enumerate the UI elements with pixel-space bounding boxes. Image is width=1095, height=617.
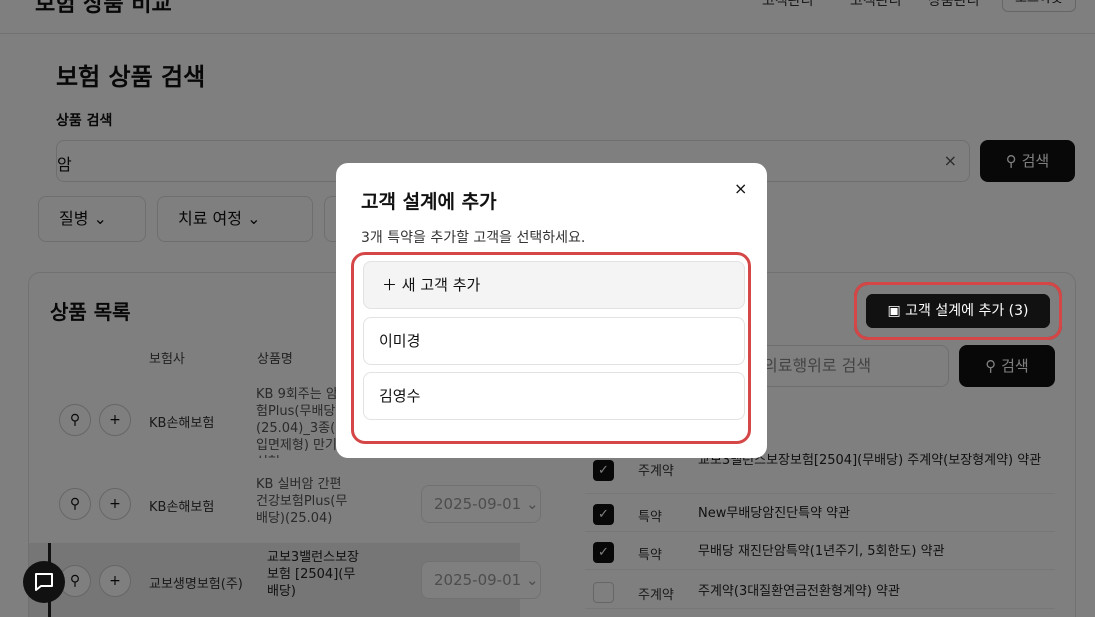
- customer-item[interactable]: 이미경: [363, 317, 745, 365]
- close-icon[interactable]: ×: [734, 179, 747, 198]
- customer-name: 이미경: [379, 332, 421, 350]
- add-to-design-modal: 고객 설계에 추가 × 3개 특약을 추가할 고객을 선택하세요. ＋ 새 고객…: [336, 163, 767, 458]
- add-to-design-highlight-top: ▣ 고객 설계에 추가 (3): [854, 282, 1062, 340]
- modal-description: 3개 특약을 추가할 고객을 선택하세요.: [361, 230, 586, 246]
- chat-icon: [35, 573, 53, 591]
- new-customer-label: 새 고객 추가: [401, 276, 481, 294]
- page: 보험 상품 비교 고객관리 고객관리 상품관리 로그아웃 보험 상품 검색 상품…: [0, 0, 1095, 617]
- customer-name: 김영수: [379, 387, 421, 405]
- plus-icon: ＋: [382, 276, 402, 294]
- chat-button[interactable]: [23, 561, 65, 603]
- customer-list: ＋ 새 고객 추가 이미경 김영수: [351, 252, 751, 444]
- folder-plus-icon: ▣: [887, 303, 906, 319]
- add-to-design-label-top: 고객 설계에 추가 (3): [905, 303, 1029, 319]
- add-to-design-button-top[interactable]: ▣ 고객 설계에 추가 (3): [866, 294, 1050, 328]
- modal-title: 고객 설계에 추가: [361, 191, 497, 213]
- new-customer-button[interactable]: ＋ 새 고객 추가: [363, 261, 745, 309]
- customer-item[interactable]: 김영수: [363, 372, 745, 420]
